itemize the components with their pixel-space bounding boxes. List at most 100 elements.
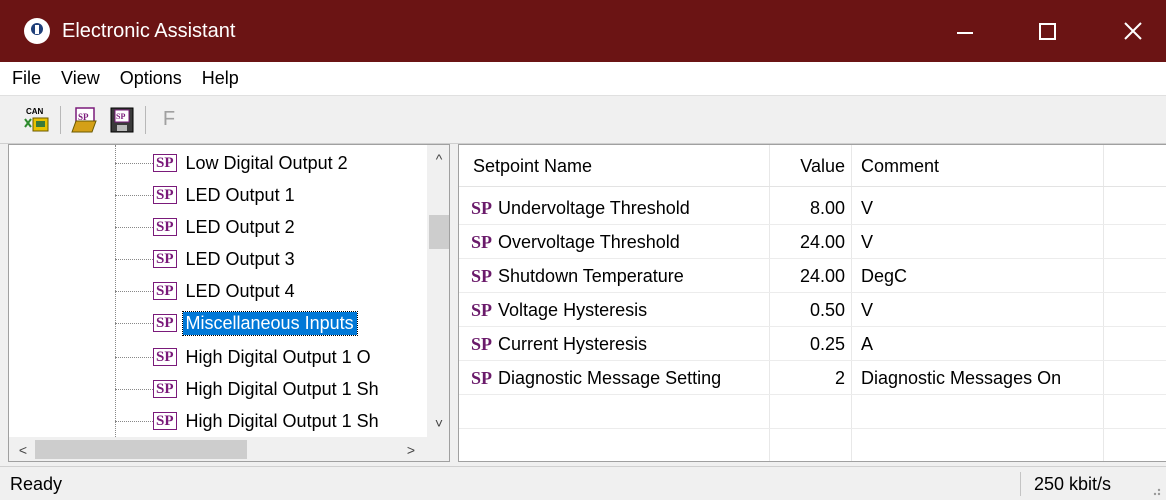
setpoint-value: 0.25 (809, 333, 845, 354)
setpoint-name: Diagnostic Message Setting (498, 367, 722, 388)
maximize-icon (1038, 22, 1056, 40)
open-setpoint-button[interactable]: SP (69, 105, 99, 135)
tree-item[interactable]: SP LED Output 2 (115, 211, 298, 243)
app-icon[interactable] (24, 18, 50, 44)
tree-item[interactable]: SP LED Output 3 (115, 243, 298, 275)
setpoint-comment: A (861, 333, 874, 354)
f-label: F (162, 108, 176, 130)
setpoint-comment: DegC (861, 265, 908, 286)
setpoint-name: Shutdown Temperature (498, 265, 684, 286)
panel-splitter[interactable] (450, 144, 458, 462)
menu-file[interactable]: File (0, 68, 51, 89)
status-text: Ready (10, 473, 63, 494)
scroll-down-icon[interactable]: ˅ (427, 411, 449, 435)
table-header: Setpoint Name Value Comment (459, 145, 1166, 187)
tree-item-label: High Digital Output 1 O (185, 346, 371, 367)
tree-item[interactable]: SP High Digital Output 1 Sh (115, 373, 382, 405)
table-row[interactable]: SP Diagnostic Message Setting 2 Diagnosti… (459, 361, 1166, 395)
table-row[interactable]: SP Overvoltage Threshold 24.00 V (459, 225, 1166, 259)
table-row[interactable]: SP Undervoltage Threshold 8.00 V (459, 191, 1166, 225)
sp-icon: SP (471, 333, 493, 354)
table-row[interactable]: SP Voltage Hysteresis 0.50 V (459, 293, 1166, 327)
tree-item[interactable]: SP High Digital Output 1 O (115, 341, 374, 373)
scroll-thumb[interactable] (429, 215, 449, 249)
sp-icon: SP (471, 231, 493, 252)
setpoint-name: Undervoltage Threshold (498, 197, 690, 218)
setpoint-value: 0.50 (809, 299, 845, 320)
tree-item-label: LED Output 4 (185, 280, 295, 301)
sp-icon: SP (153, 250, 177, 268)
setpoint-name: Current Hysteresis (498, 333, 648, 354)
tree-item-label: LED Output 3 (185, 248, 295, 269)
window-title: Electronic Assistant (62, 19, 236, 42)
menu-options[interactable]: Options (110, 68, 192, 89)
column-header-comment[interactable]: Comment (861, 145, 939, 187)
sp-icon: SP (153, 314, 177, 332)
tree-item[interactable]: SP High Digital Output 1 Sh (115, 405, 382, 437)
tree-item[interactable]: SP LED Output 4 (115, 275, 298, 307)
status-bar: Ready 250 kbit/s (0, 466, 1166, 500)
tree-horizontal-scrollbar[interactable]: < > (9, 437, 427, 461)
close-icon (1124, 22, 1142, 40)
menu-help[interactable]: Help (192, 68, 249, 89)
table-row[interactable]: SP Current Hysteresis 0.25 A (459, 327, 1166, 361)
scroll-right-icon[interactable]: > (399, 437, 423, 461)
toolbar-separator (145, 105, 146, 134)
setpoint-value: 24.00 (799, 231, 845, 252)
menu-bar: File View Options Help (0, 62, 1166, 96)
close-button[interactable] (1088, 0, 1166, 62)
sp-icon: SP (153, 218, 177, 236)
tree-item[interactable]: SP LED Output 1 (115, 179, 298, 211)
f-button[interactable]: F (154, 105, 184, 135)
tree-item[interactable]: SP Low Digital Output 2 (115, 147, 351, 179)
tree-item-label: LED Output 1 (185, 184, 295, 205)
open-setpoint-icon: SP (71, 106, 97, 132)
setpoint-tree[interactable]: SP Low Digital Output 2 SP LED Output 1 … (8, 144, 450, 462)
sp-icon: SP (153, 186, 177, 204)
sp-icon: SP (153, 348, 177, 366)
sp-icon: SP (153, 154, 177, 172)
save-setpoint-icon: SP (110, 107, 134, 132)
table-row[interactable]: SP Shutdown Temperature 24.00 DegC (459, 259, 1166, 293)
tree-item-label: Low Digital Output 2 (185, 152, 348, 173)
sp-icon: SP (153, 282, 177, 300)
svg-text:SP: SP (116, 112, 125, 121)
tree-item-label: Miscellaneous Inputs (181, 310, 358, 336)
scroll-thumb[interactable] (35, 440, 247, 459)
setpoint-comment: V (861, 197, 874, 218)
scroll-up-icon[interactable]: ^ (427, 147, 449, 171)
tree-list: SP Low Digital Output 2 SP LED Output 1 … (9, 145, 427, 437)
title-bar: Electronic Assistant (0, 0, 1166, 62)
setpoint-table: Setpoint Name Value Comment SP Undervolta… (458, 144, 1166, 462)
tree-vertical-scrollbar[interactable]: ^ ˅ (427, 145, 449, 437)
resize-grip-icon[interactable] (1146, 481, 1162, 497)
menu-view[interactable]: View (51, 68, 110, 89)
sp-icon: SP (471, 299, 493, 320)
save-setpoint-button[interactable]: SP (107, 105, 137, 135)
toolbar-separator (60, 105, 61, 134)
minimize-icon (957, 32, 973, 34)
minimize-button[interactable] (920, 0, 1010, 62)
baud-rate: 250 kbit/s (1034, 473, 1112, 494)
scroll-corner (427, 437, 449, 461)
can-connect-button[interactable]: CAN (22, 105, 52, 135)
setpoint-value: 8.00 (809, 197, 845, 218)
tree-item-selected[interactable]: SP Miscellaneous Inputs (115, 307, 358, 339)
maximize-button[interactable] (1002, 0, 1092, 62)
toolbar: CAN SP SP F (0, 96, 1166, 144)
sp-icon: SP (471, 367, 493, 388)
can-connect-icon: CAN (24, 107, 49, 131)
setpoint-name: Voltage Hysteresis (498, 299, 648, 320)
sp-icon: SP (471, 265, 493, 286)
scroll-left-icon[interactable]: < (11, 437, 35, 461)
svg-text:CAN: CAN (26, 107, 44, 116)
setpoint-value: 2 (834, 367, 845, 388)
column-header-setpoint-name[interactable]: Setpoint Name (473, 145, 592, 187)
setpoint-name: Overvoltage Threshold (498, 231, 680, 252)
setpoint-value: 24.00 (799, 265, 845, 286)
column-header-value[interactable]: Value (769, 145, 851, 187)
setpoint-comment: V (861, 231, 874, 252)
sp-icon: SP (153, 380, 177, 398)
setpoint-comment: V (861, 299, 874, 320)
tree-item-label: LED Output 2 (185, 216, 295, 237)
